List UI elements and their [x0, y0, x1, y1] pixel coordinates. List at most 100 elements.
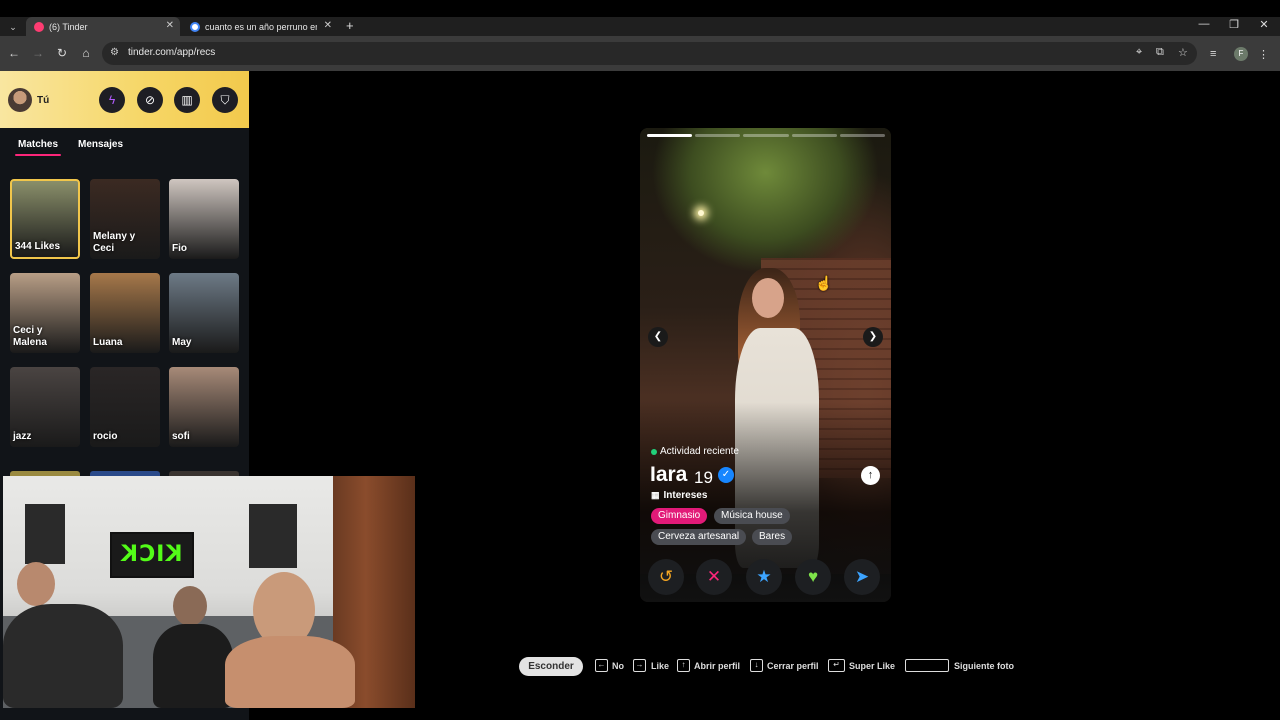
person-middle — [153, 624, 233, 708]
url-text[interactable]: tinder.com/app/recs — [128, 47, 215, 58]
user-label[interactable]: Tú — [37, 95, 49, 106]
forward-icon[interactable]: → — [30, 46, 46, 60]
tab-search-icon[interactable]: ≡ — [1210, 48, 1216, 60]
person-head — [17, 562, 55, 606]
shortcut-super-like: Super Like — [849, 661, 896, 671]
match-card[interactable]: Ceci y Malena — [10, 273, 80, 353]
profile-name: Iara — [650, 463, 688, 486]
match-card[interactable]: sofi — [169, 367, 239, 447]
tab-matches[interactable]: Matches — [14, 139, 62, 156]
home-icon[interactable]: ⌂ — [78, 46, 94, 60]
webcam-overlay: KICK — [3, 476, 415, 708]
tab-strip: ⌄ (6) Tinder ✕ cuanto es un año perruno … — [0, 17, 1280, 36]
close-tab-icon[interactable]: ✕ — [324, 20, 332, 31]
speaker-panel — [25, 504, 65, 564]
match-card[interactable]: Fio — [169, 179, 239, 259]
tab-title: (6) Tinder — [49, 21, 88, 32]
match-name: sofi — [172, 431, 190, 442]
reload-icon[interactable]: ↻ — [54, 46, 70, 60]
photo-progress-segment[interactable] — [839, 134, 886, 137]
online-dot-icon — [651, 448, 657, 455]
tab-tinder[interactable]: (6) Tinder ✕ — [26, 17, 180, 36]
user-avatar[interactable] — [8, 88, 32, 112]
match-card[interactable]: May — [169, 273, 239, 353]
omnibox[interactable]: ⚙ tinder.com/app/recs ⌖ ⧉ ☆ — [102, 42, 1197, 65]
right-key-icon: → — [633, 659, 646, 672]
location-icon[interactable]: ⌖ — [1136, 46, 1142, 59]
recent-activity: Actividad reciente — [651, 446, 739, 457]
shortcut-next-photo: Siguiente foto — [954, 661, 1014, 671]
shortcut-close-profile: Cerrar perfil — [767, 661, 819, 671]
shield-icon[interactable]: ⛉ — [212, 87, 238, 113]
sidebar-tabs: Matches Mensajes — [0, 128, 249, 160]
open-profile-icon[interactable]: ↑ — [861, 466, 880, 485]
hide-shortcuts-button[interactable]: Esconder — [519, 657, 583, 676]
shortcut-no: No — [612, 661, 624, 671]
tv-screen: KICK — [110, 532, 194, 578]
match-name: Ceci y Malena — [13, 325, 47, 348]
match-name: Melany y Ceci — [93, 231, 136, 254]
close-tab-icon[interactable]: ✕ — [166, 20, 174, 31]
sidebar-header: Tú ϟ ⊘ ▥ ⛉ — [0, 71, 249, 128]
boost-icon[interactable]: ϟ — [99, 87, 125, 113]
person-face — [752, 278, 784, 318]
rewind-button[interactable]: ↺ — [648, 559, 684, 595]
nope-button[interactable]: ✕ — [696, 559, 732, 595]
photo-progress-segment[interactable] — [743, 134, 789, 137]
match-name: May — [172, 337, 192, 348]
bookmark-star-icon[interactable]: ☆ — [1178, 46, 1188, 59]
prev-photo-icon[interactable]: ❮ — [648, 327, 668, 347]
interest-chip: Bares — [752, 529, 793, 545]
enter-key-icon: ↵ — [828, 659, 845, 672]
tab-title: cuanto es un año perruno en h — [205, 21, 317, 32]
profile-age: 19 — [694, 468, 713, 487]
next-photo-icon[interactable]: ❯ — [863, 327, 883, 347]
match-name: rocio — [93, 431, 118, 442]
profile-avatar[interactable]: F — [1234, 47, 1248, 61]
interest-chip: Gimnasio — [651, 508, 708, 524]
briefcase-icon[interactable]: ▥ — [174, 87, 200, 113]
close-window-icon[interactable]: ✕ — [1252, 18, 1276, 31]
likes-card[interactable]: 344 Likes — [10, 179, 80, 259]
profile-card[interactable]: ❮ ❯ Actividad reciente Iara 19 ✓ ↑ ▦ Int… — [640, 128, 891, 602]
match-card[interactable]: Melany y Ceci — [90, 179, 160, 259]
site-info-icon[interactable]: ⚙ — [110, 47, 119, 58]
interest-chip: Cerveza artesanal — [651, 529, 747, 545]
new-tab-button[interactable]: + — [346, 18, 354, 33]
boost-button[interactable]: ➤ — [844, 559, 880, 595]
hand-cursor-icon: ☝ — [815, 275, 833, 291]
activity-label: Actividad reciente — [660, 446, 739, 457]
photo-progress-segment[interactable] — [791, 134, 837, 137]
restore-icon[interactable]: ❐ — [1222, 18, 1246, 31]
like-button[interactable]: ♥ — [795, 559, 831, 595]
top-bar — [0, 0, 1280, 17]
person-head — [173, 586, 207, 626]
match-card[interactable]: jazz — [10, 367, 80, 447]
interests-title: ▦ Intereses — [651, 490, 707, 501]
speaker-panel — [249, 504, 297, 568]
tinder-favicon-icon — [34, 21, 44, 32]
menu-icon[interactable]: ⋮ — [1258, 48, 1269, 61]
verified-badge-icon: ✓ — [718, 467, 734, 483]
tab-google[interactable]: cuanto es un año perruno en h ✕ — [182, 17, 338, 36]
minimize-icon[interactable]: — — [1192, 18, 1216, 30]
match-card[interactable]: Luana — [90, 273, 160, 353]
address-bar: ← → ↻ ⌂ ⚙ tinder.com/app/recs ⌖ ⧉ ☆ ≡ ⋮ — [0, 36, 1280, 71]
photo-progress-segment[interactable] — [695, 134, 741, 137]
match-card[interactable]: rocio — [90, 367, 160, 447]
install-icon[interactable]: ⧉ — [1156, 46, 1164, 59]
up-key-icon: ↑ — [677, 659, 690, 672]
interest-chip: Música house — [714, 508, 790, 524]
tab-messages[interactable]: Mensajes — [78, 139, 123, 150]
tab-search-icon[interactable]: ⌄ — [6, 20, 20, 34]
shortcut-like: Like — [651, 661, 670, 671]
shortcut-open-profile: Abrir perfil — [694, 661, 741, 671]
match-name: 344 Likes — [15, 241, 61, 252]
photo-progress-segment[interactable] — [647, 134, 693, 137]
photo-progress — [647, 134, 886, 137]
super-like-button[interactable]: ★ — [746, 559, 782, 595]
match-name: Luana — [93, 337, 123, 348]
down-key-icon: ↓ — [750, 659, 763, 672]
back-icon[interactable]: ← — [6, 46, 22, 60]
explore-icon[interactable]: ⊘ — [137, 87, 163, 113]
